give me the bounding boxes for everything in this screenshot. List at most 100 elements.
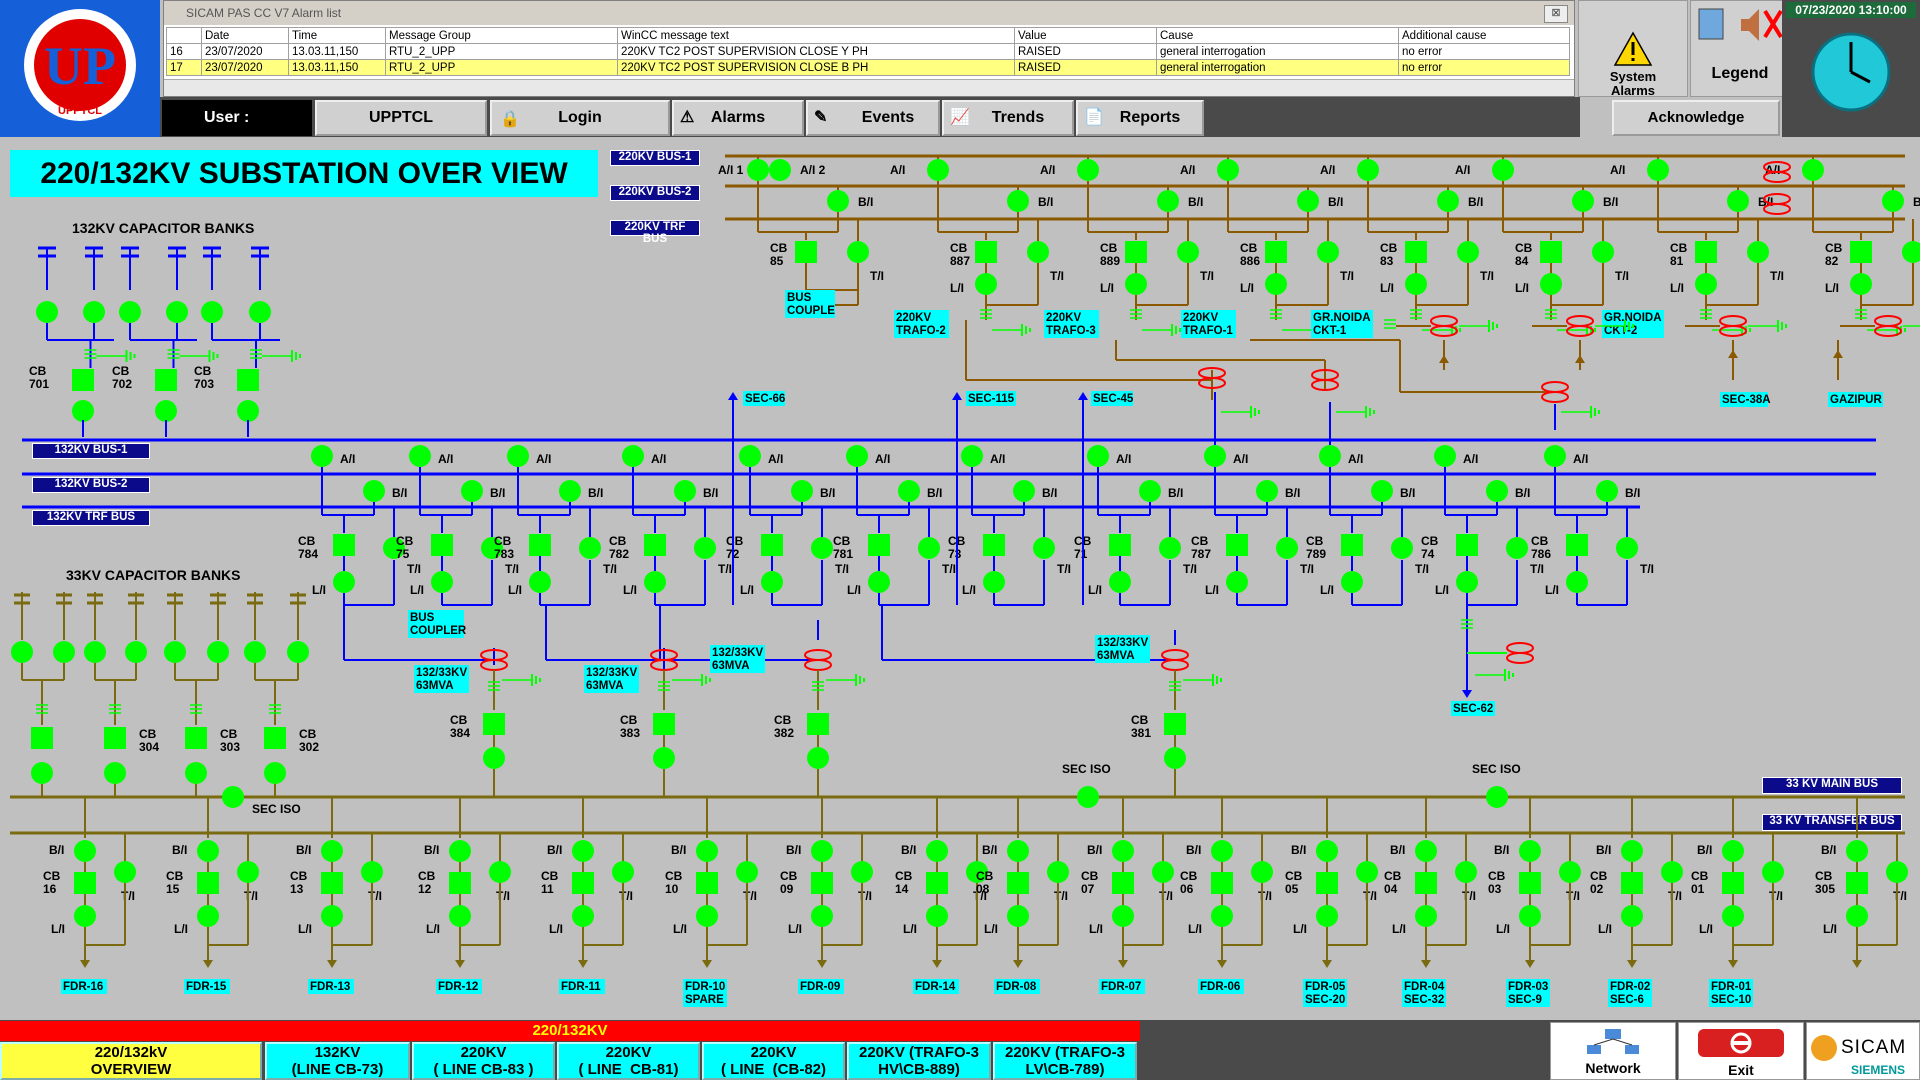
isolator-l[interactable] xyxy=(1109,571,1131,593)
capacitor-isolator[interactable] xyxy=(249,301,271,323)
isolator-a[interactable] xyxy=(1319,445,1341,467)
isolator-l[interactable] xyxy=(1456,571,1478,593)
circuit-breaker-220[interactable] xyxy=(1265,241,1287,263)
isolator-t[interactable] xyxy=(1152,861,1174,883)
circuit-breaker-220[interactable] xyxy=(1405,241,1427,263)
isolator-a[interactable] xyxy=(311,445,333,467)
isolator-b[interactable] xyxy=(1139,480,1161,502)
isolator-t[interactable] xyxy=(1455,861,1477,883)
isolator-b[interactable] xyxy=(1007,840,1029,862)
capacitor-breaker[interactable] xyxy=(237,369,259,391)
isolator-a[interactable] xyxy=(961,445,983,467)
circuit-breaker-132[interactable] xyxy=(333,534,355,556)
isolator-b[interactable] xyxy=(1256,480,1278,502)
isolator-t[interactable] xyxy=(1592,241,1614,263)
isolator-t[interactable] xyxy=(579,537,601,559)
transformer-lv-breaker[interactable] xyxy=(807,713,829,735)
isolator-a[interactable] xyxy=(1492,159,1514,181)
capacitor-isolator[interactable] xyxy=(155,400,177,422)
isolator-t[interactable] xyxy=(1661,861,1683,883)
circuit-breaker-132[interactable] xyxy=(983,534,1005,556)
isolator-t[interactable] xyxy=(1616,537,1638,559)
isolator-l[interactable] xyxy=(1112,905,1134,927)
isolator-l[interactable] xyxy=(975,273,997,295)
acknowledge-button[interactable]: Acknowledge xyxy=(1612,100,1780,136)
isolator-t[interactable] xyxy=(1276,537,1298,559)
circuit-breaker-132[interactable] xyxy=(761,534,783,556)
alarms-button[interactable]: ⚠ Alarms xyxy=(672,100,804,136)
isolator-l[interactable] xyxy=(333,571,355,593)
isolator-t[interactable] xyxy=(918,537,940,559)
isolator-l[interactable] xyxy=(1850,273,1872,295)
circuit-breaker-132[interactable] xyxy=(1226,534,1248,556)
isolator-b[interactable] xyxy=(1621,840,1643,862)
transformer-lv-breaker[interactable] xyxy=(653,713,675,735)
isolator-a[interactable] xyxy=(747,159,769,181)
isolator-t[interactable] xyxy=(489,861,511,883)
exit-button[interactable]: Exit xyxy=(1678,1022,1804,1080)
isolator-l[interactable] xyxy=(431,571,453,593)
capacitor-isolator[interactable] xyxy=(244,641,266,663)
tab-220kv-line-cb83[interactable]: 220KV ( LINE CB-83 ) xyxy=(412,1042,555,1080)
isolator-a[interactable] xyxy=(1434,445,1456,467)
circuit-breaker-220[interactable] xyxy=(795,241,817,263)
isolator-l[interactable] xyxy=(1415,905,1437,927)
isolator-t[interactable] xyxy=(1457,241,1479,263)
isolator-l[interactable] xyxy=(1316,905,1338,927)
isolator-b[interactable] xyxy=(1007,190,1029,212)
isolator-l[interactable] xyxy=(926,905,948,927)
capacitor-breaker[interactable] xyxy=(72,369,94,391)
circuit-breaker-132[interactable] xyxy=(868,534,890,556)
isolator-b[interactable] xyxy=(461,480,483,502)
isolator-l[interactable] xyxy=(1405,273,1427,295)
isolator-l[interactable] xyxy=(1211,905,1233,927)
isolator-a[interactable] xyxy=(507,445,529,467)
isolator-l[interactable] xyxy=(529,571,551,593)
sec-isolator[interactable] xyxy=(1486,786,1508,808)
isolator-a[interactable] xyxy=(1217,159,1239,181)
login-button[interactable]: 🔒 Login xyxy=(490,100,670,136)
isolator-a[interactable] xyxy=(739,445,761,467)
isolator-b[interactable] xyxy=(696,840,718,862)
capacitor-isolator[interactable] xyxy=(104,762,126,784)
isolator-b[interactable] xyxy=(1519,840,1541,862)
isolator-b[interactable] xyxy=(1846,840,1868,862)
isolator-b[interactable] xyxy=(811,840,833,862)
isolator-b[interactable] xyxy=(449,840,471,862)
isolator-a[interactable] xyxy=(1087,445,1109,467)
isolator-b[interactable] xyxy=(898,480,920,502)
isolator-t[interactable] xyxy=(114,861,136,883)
feeder-breaker[interactable] xyxy=(811,872,833,894)
isolator-t[interactable] xyxy=(847,241,869,263)
tab-220kv-line-cb81[interactable]: 220KV ( LINE CB-81) xyxy=(557,1042,700,1080)
isolator-a[interactable] xyxy=(1077,159,1099,181)
tab-132kv-line-cb73[interactable]: 132KV (LINE CB-73) xyxy=(265,1042,410,1080)
isolator-a[interactable] xyxy=(1204,445,1226,467)
tab-220kv-trafo3-hv[interactable]: 220KV (TRAFO-3 HV\CB-889) xyxy=(847,1042,991,1080)
capacitor-isolator[interactable] xyxy=(83,301,105,323)
isolator-b[interactable] xyxy=(197,840,219,862)
feeder-breaker[interactable] xyxy=(1621,872,1643,894)
isolator-b[interactable] xyxy=(321,840,343,862)
isolator-b[interactable] xyxy=(1371,480,1393,502)
isolator-t[interactable] xyxy=(1033,537,1055,559)
feeder-breaker[interactable] xyxy=(1316,872,1338,894)
capacitor-isolator[interactable] xyxy=(125,641,147,663)
feeder-breaker[interactable] xyxy=(572,872,594,894)
transformer-lv-breaker[interactable] xyxy=(1164,713,1186,735)
isolator-b[interactable] xyxy=(674,480,696,502)
isolator-b[interactable] xyxy=(559,480,581,502)
circuit-breaker-132[interactable] xyxy=(529,534,551,556)
isolator-l[interactable] xyxy=(1566,571,1588,593)
capacitor-isolator[interactable] xyxy=(72,400,94,422)
isolator-b[interactable] xyxy=(1013,480,1035,502)
feeder-breaker[interactable] xyxy=(1722,872,1744,894)
feeder-breaker[interactable] xyxy=(321,872,343,894)
isolator-a[interactable] xyxy=(409,445,431,467)
isolator-t[interactable] xyxy=(736,861,758,883)
isolator-b[interactable] xyxy=(926,840,948,862)
isolator-b[interactable] xyxy=(827,190,849,212)
isolator-b[interactable] xyxy=(1437,190,1459,212)
isolator-b[interactable] xyxy=(791,480,813,502)
circuit-breaker-132[interactable] xyxy=(1109,534,1131,556)
